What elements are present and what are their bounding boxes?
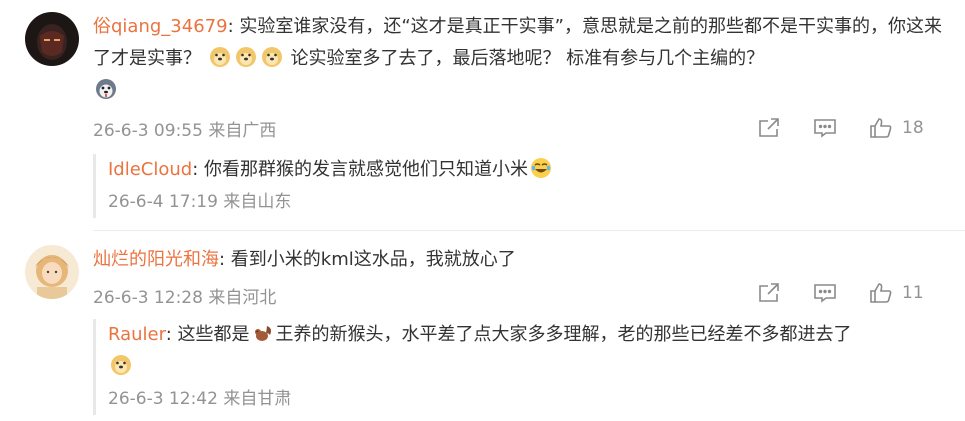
reply-timestamp: 26-6-4 17:19 来自山东 [108,192,292,212]
reply-text: IdleCloud: 你看那群猴的发言就感觉他们只知道小米 [108,154,943,186]
comment-text: 俗qiang_34679: 实验室谁家没有，还“这才是真正干实事”，意思就是之前… [93,11,943,107]
share-button[interactable] [756,280,782,306]
reply-username-link[interactable]: Rauler [108,324,166,345]
squirrel-emoji-icon [254,326,271,341]
doge-emoji-icon [209,47,230,67]
comment-timestamp: 26-6-3 09:55 来自广西 [93,121,277,141]
comment-content: 看到小米的kml这水品，我就放心了 [230,249,516,270]
comment-timestamp: 26-6-3 12:28 来自河北 [93,288,277,308]
reply-content: 你看那群猴的发言就感觉他们只知道小米 [204,159,529,180]
reply-content-continued: 王养的新猴头，水平差了点大家多多理解，老的那些已经差不多都进去了 [275,324,852,345]
comment-text: 灿烂的阳光和海: 看到小米的kml这水品，我就放心了 [93,249,516,270]
avatar[interactable] [25,245,79,299]
doge-emoji-icon [111,355,131,375]
comment-icon [814,284,836,303]
share-icon [759,283,779,302]
comment-item: 俗qiang_34679: 实验室谁家没有，还“这才是真正干实事”，意思就是之前… [0,0,965,230]
reply-username-link[interactable]: IdleCloud [108,159,192,180]
like-count: 11 [902,283,924,303]
husky-emoji-icon [96,79,116,99]
comment-actions: 18 [726,115,928,141]
like-button[interactable] [868,115,894,141]
reply-text: Rauler: 这些都是 王养的新猴头，水平差了点大家多多理解，老的那些已经差不多… [108,319,943,383]
doge-emoji-icon [235,47,256,67]
reply-item: IdleCloud: 你看那群猴的发言就感觉他们只知道小米 26-6-4 17:… [93,154,943,218]
comment-actions: 11 [726,280,928,306]
share-button[interactable] [756,115,782,141]
like-icon [870,283,892,303]
like-count: 18 [902,118,924,138]
comment-button[interactable] [812,280,838,306]
comment-icon [814,119,836,138]
like-icon [870,118,892,138]
share-icon [759,118,779,137]
like-button[interactable] [868,280,894,306]
comment-content-continued: 论实验室多了去了，最后落地呢？ 标准有参与几个主编的？ [284,48,765,69]
avatar[interactable] [25,12,79,66]
laugh-cry-emoji-icon [531,158,552,178]
comment-item: 灿烂的阳光和海: 看到小米的kml这水品，我就放心了 26-6-3 12:28 … [0,231,965,421]
reply-content: 这些都是 [177,324,250,345]
username-link[interactable]: 俗qiang_34679 [93,16,228,37]
reply-timestamp: 26-6-3 12:42 来自甘肃 [108,389,292,409]
doge-emoji-icon [261,47,282,67]
comment-button[interactable] [812,115,838,141]
reply-item: Rauler: 这些都是 王养的新猴头，水平差了点大家多多理解，老的那些已经差不多… [93,319,943,415]
username-link[interactable]: 灿烂的阳光和海 [93,249,219,270]
